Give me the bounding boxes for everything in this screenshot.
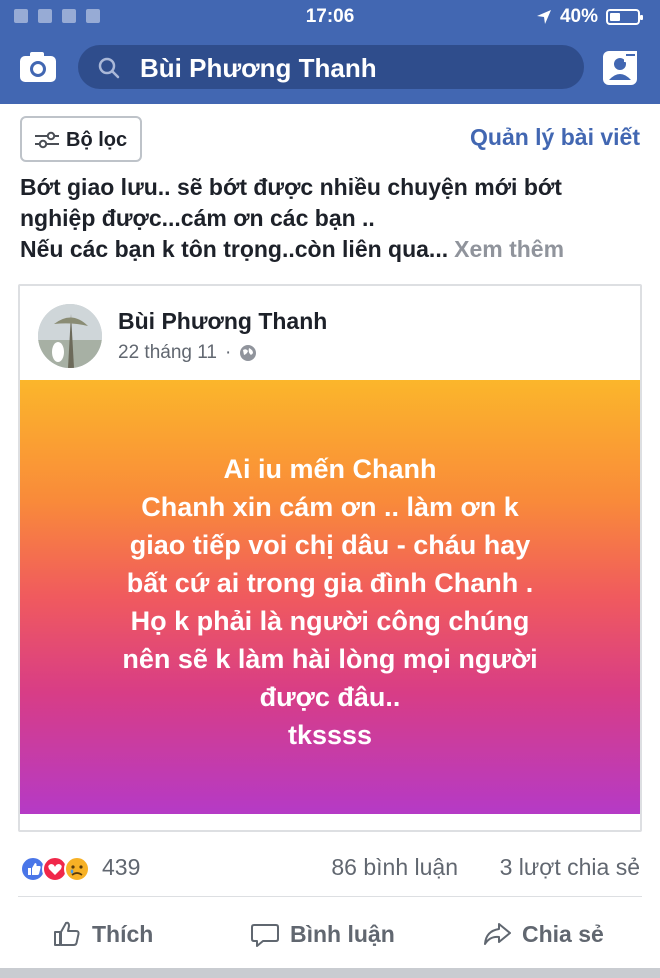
post-line-last: Nếu các bạn k tôn trọng..còn liên qua...… — [20, 234, 640, 265]
globe-icon — [240, 345, 257, 361]
status-right: 40% — [536, 6, 643, 28]
camera-icon — [20, 52, 56, 82]
camera-button[interactable] — [18, 50, 58, 84]
post-line: nghiệp được...cám ơn các bạn .. — [20, 205, 375, 231]
post-text: Bớt giao lưu.. sẽ bớt được nhiều chuyện … — [20, 172, 640, 265]
location-arrow-icon — [536, 10, 551, 24]
search-icon — [98, 57, 120, 79]
like-button[interactable]: Thích — [52, 916, 153, 952]
bg-line: Họ k phải là người công chúng — [130, 606, 530, 636]
see-more-link[interactable]: Xem thêm — [454, 236, 564, 262]
bg-line: tkssss — [287, 720, 373, 750]
sad-reaction-icon — [64, 856, 90, 882]
filter-row: Bộ lọc Quản lý bài viết — [0, 104, 660, 170]
profile-switch-button[interactable] — [600, 48, 640, 88]
divider — [18, 896, 642, 897]
reaction-icons[interactable] — [20, 856, 96, 882]
battery-fill — [610, 13, 620, 21]
status-bar: 17:06 40% — [0, 0, 660, 34]
profile-card-icon — [603, 51, 637, 85]
top-header: 17:06 40% Bùi Phương Thanh — [0, 0, 660, 104]
thumbs-up-icon — [54, 921, 80, 946]
avatar[interactable] — [38, 304, 102, 368]
bg-line: giao tiếp voi chị dâu - cháu hay — [129, 530, 531, 560]
battery-icon — [606, 9, 643, 25]
post-line: Bớt giao lưu.. sẽ bớt được nhiều chuyện … — [20, 174, 562, 200]
avatar-image — [38, 304, 102, 368]
comment-bubble-icon — [251, 924, 279, 947]
battery-percent: 40% — [559, 6, 598, 27]
filter-button[interactable]: Bộ lọc — [20, 116, 142, 162]
share-arrow-icon — [484, 923, 511, 945]
bg-line: Ai iu mến Chanh — [223, 454, 437, 484]
search-input[interactable]: Bùi Phương Thanh — [140, 53, 377, 84]
filter-label: Bộ lọc — [66, 129, 128, 151]
colored-background-post: Ai iu mến Chanh Chanh xin cám ơn .. làm … — [20, 380, 640, 814]
like-label: Thích — [92, 920, 154, 947]
sliders-icon — [35, 131, 59, 149]
shared-post-meta: 22 tháng 11 · — [118, 342, 257, 364]
reactions-row: 439 86 bình luận 3 lượt chia sẻ — [0, 846, 660, 892]
action-bar: Thích Bình luận Chia sẻ — [0, 904, 660, 964]
bg-line: được đâu.. — [259, 682, 401, 712]
manage-posts-link[interactable]: Quản lý bài viết — [470, 124, 640, 151]
background-post-text: Ai iu mến Chanh Chanh xin cám ơn .. làm … — [20, 450, 640, 754]
bg-line: Chanh xin cám ơn .. làm ơn k — [141, 492, 519, 522]
post-line-text: Nếu các bạn k tôn trọng..còn liên qua... — [20, 236, 449, 262]
reaction-count[interactable]: 439 — [102, 854, 140, 881]
comment-count[interactable]: 86 bình luận — [331, 854, 458, 881]
shared-post-date[interactable]: 22 tháng 11 — [118, 342, 217, 364]
shared-post-card[interactable]: Bùi Phương Thanh 22 tháng 11 · Ai iu mến… — [18, 284, 642, 832]
meta-dot: · — [224, 342, 232, 363]
bg-line: bất cứ ai trong gia đình Chanh . — [126, 568, 534, 598]
share-label: Chia sẻ — [522, 920, 604, 947]
bg-line: nên sẽ k làm hài lòng mọi người — [122, 644, 538, 674]
share-count[interactable]: 3 lượt chia sẻ — [500, 854, 640, 881]
share-button[interactable]: Chia sẻ — [482, 916, 604, 952]
shared-author-name[interactable]: Bùi Phương Thanh — [118, 308, 327, 335]
comment-button[interactable]: Bình luận — [250, 916, 395, 952]
search-bar[interactable]: Bùi Phương Thanh — [78, 45, 584, 89]
comment-label: Bình luận — [290, 920, 395, 947]
feed-separator — [0, 968, 660, 978]
